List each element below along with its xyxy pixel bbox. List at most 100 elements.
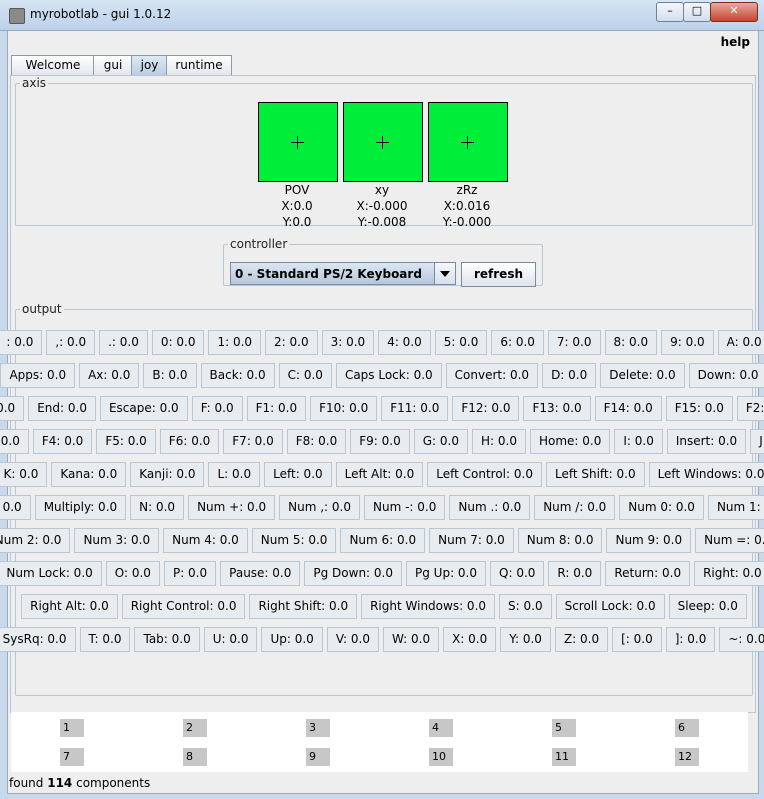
controller-legend: controller — [230, 237, 288, 251]
main-frame: help Welcome gui joy runtime axis POV X:… — [0, 30, 764, 794]
output-value: ~: 0.0 — [719, 627, 764, 652]
axis-box-pov — [258, 102, 338, 182]
output-row: Right Alt: 0.0 Right Control: 0.0 Right Sh… — [16, 594, 752, 619]
output-value: D: 0.0 — [542, 363, 597, 388]
output-value: 7: 0.0 — [547, 330, 601, 355]
output-value: Left: 0.0 — [264, 462, 332, 487]
output-value: 1: 0.0 — [208, 330, 262, 355]
axis-label-xy: xy X:-0.000 Y:-0.008 — [356, 183, 408, 229]
output-value: Return: 0.0 — [605, 561, 691, 586]
joy-panel: axis POV X:0.0 Y:0.0 xy X:-0.000 Y:-0.00… — [0, 75, 764, 713]
component-count: 114 — [47, 776, 73, 790]
output-value: 3: 0.0 — [321, 330, 375, 355]
output-value: G: 0.0 — [413, 429, 468, 454]
grid-cell: 8 — [183, 748, 207, 766]
output-value: Left Windows: 0.0 — [648, 462, 764, 487]
output-value: End: 0.0 — [28, 396, 96, 421]
output-value: F11: 0.0 — [381, 396, 449, 421]
output-value: F3: 0.0 — [0, 429, 29, 454]
output-value: F1: 0.0 — [246, 396, 307, 421]
output-value: Num ,: 0.0 — [279, 495, 360, 520]
controller-select[interactable]: 0 - Standard PS/2 Keyboard — [230, 262, 456, 285]
output-value: Left Control: 0.0 — [427, 462, 542, 487]
output-value: [: 0.0 — [612, 627, 662, 652]
output-value: Escape: 0.0 — [99, 396, 188, 421]
output-value: Tab: 0.0 — [134, 627, 200, 652]
output-value: : 0.0 — [0, 330, 43, 355]
output-value: SysRq: 0.0 — [0, 627, 76, 652]
tab-runtime[interactable]: runtime — [166, 55, 232, 75]
output-value: 5: 0.0 — [434, 330, 488, 355]
output-value: Home: 0.0 — [529, 429, 611, 454]
menu-help[interactable]: help — [721, 35, 750, 49]
grid-cell: 12 — [675, 748, 699, 766]
output-value: Down: 0.0 — [688, 363, 764, 388]
maximize-button[interactable]: □ — [683, 2, 711, 22]
title-bar: myrobotlab - gui 1.0.12 – □ ✕ — [0, 0, 764, 31]
axis-legend: axis — [22, 76, 47, 90]
output-value: Right Alt: 0.0 — [21, 594, 118, 619]
output-row: Num 2: 0.0 Num 3: 0.0 Num 4: 0.0 Num 5: 0.0… — [0, 528, 764, 553]
output-value: X: 0.0 — [443, 627, 497, 652]
axis-box-zrz — [428, 102, 508, 182]
output-row: E: 0.0End: 0.0Escape: 0.0F: 0.0F1: 0.0F1… — [0, 396, 764, 421]
output-value: F2: 0.0 — [736, 396, 764, 421]
output-value: 8: 0.0 — [604, 330, 658, 355]
output-value: Back: 0.0 — [200, 363, 275, 388]
output-value: Ax: 0.0 — [79, 363, 140, 388]
output-value: Num .: 0.0 — [449, 495, 531, 520]
output-value: F13: 0.0 — [523, 396, 591, 421]
output-value: Num -: 0.0 — [364, 495, 446, 520]
output-value: Num 4: 0.0 — [163, 528, 248, 553]
minimize-button[interactable]: – — [656, 2, 684, 22]
output-value: F6: 0.0 — [159, 429, 220, 454]
output-value: O: 0.0 — [105, 561, 160, 586]
output-legend: output — [22, 302, 62, 316]
close-button[interactable]: ✕ — [710, 2, 758, 22]
output-value: Convert: 0.0 — [445, 363, 539, 388]
axis-group: axis POV X:0.0 Y:0.0 xy X:-0.000 Y:-0.00… — [15, 76, 753, 229]
output-value: Num 2: 0.0 — [0, 528, 71, 553]
output-value: .: 0.0 — [99, 330, 148, 355]
output-value: 4: 0.0 — [378, 330, 431, 355]
output-value: F12: 0.0 — [452, 396, 520, 421]
output-value: Num 7: 0.0 — [429, 528, 514, 553]
output-value: Caps Lock: 0.0 — [335, 363, 442, 388]
output-value: 6: 0.0 — [491, 330, 544, 355]
grid-cell: 5 — [552, 719, 576, 737]
output-row: SysRq: 0.0 T: 0.0 Tab: 0.0 U: 0.0 Up: 0.0 V: … — [0, 627, 764, 652]
controller-selected: 0 - Standard PS/2 Keyboard — [235, 267, 422, 281]
output-row: Apps: 0.0 Ax: 0.0 B: 0.0 Back: 0.0 C: 0.0 Cap… — [0, 363, 764, 388]
axis-box-xy — [343, 102, 423, 182]
output-value: Insert: 0.0 — [666, 429, 747, 454]
output-row: M: 0.0Multiply: 0.0N: 0.0Num +: 0.0Num ,… — [0, 495, 764, 520]
output-value: Kanji: 0.0 — [130, 462, 205, 487]
output-value: Right Windows: 0.0 — [361, 594, 496, 619]
status-bar: found 114 components — [9, 776, 151, 790]
chevron-down-icon[interactable] — [434, 263, 455, 284]
output-value: Num 6: 0.0 — [340, 528, 426, 553]
output-value: F: 0.0 — [191, 396, 243, 421]
output-value: A: 0.0 — [717, 330, 764, 355]
output-value: Num 1: 0.0 — [707, 495, 764, 520]
output-row: F3: 0.0F4: 0.0F5: 0.0F6: 0.0F7: 0.0F8: 0… — [0, 429, 764, 454]
grid-cell: 9 — [306, 748, 330, 766]
output-value: ,: 0.0 — [46, 330, 96, 355]
output-value: N: 0.0 — [130, 495, 185, 520]
tab-gui[interactable]: gui — [93, 55, 133, 75]
grid-cell: 2 — [183, 719, 207, 737]
output-value: V: 0.0 — [326, 627, 379, 652]
output-value: Num Lock: 0.0 — [0, 561, 102, 586]
output-value: M: 0.0 — [0, 495, 31, 520]
output-value: ]: 0.0 — [665, 627, 716, 652]
output-value: Multiply: 0.0 — [34, 495, 127, 520]
output-row: : 0.0,: 0.0.: 0.0 0: 0.0 1: 0.0 2: 0.0 3: 0.… — [0, 330, 764, 355]
output-value: Num +: 0.0 — [188, 495, 276, 520]
tab-welcome[interactable]: Welcome — [11, 55, 95, 75]
tab-joy[interactable]: joy — [131, 55, 168, 75]
output-value: Num 3: 0.0 — [74, 528, 160, 553]
window-title: myrobotlab - gui 1.0.12 — [30, 7, 172, 21]
output-value: Right: 0.0 — [694, 561, 764, 586]
refresh-button[interactable]: refresh — [461, 262, 536, 287]
axis-label-zrz: zRz X:0.016 Y:-0.000 — [442, 183, 492, 229]
